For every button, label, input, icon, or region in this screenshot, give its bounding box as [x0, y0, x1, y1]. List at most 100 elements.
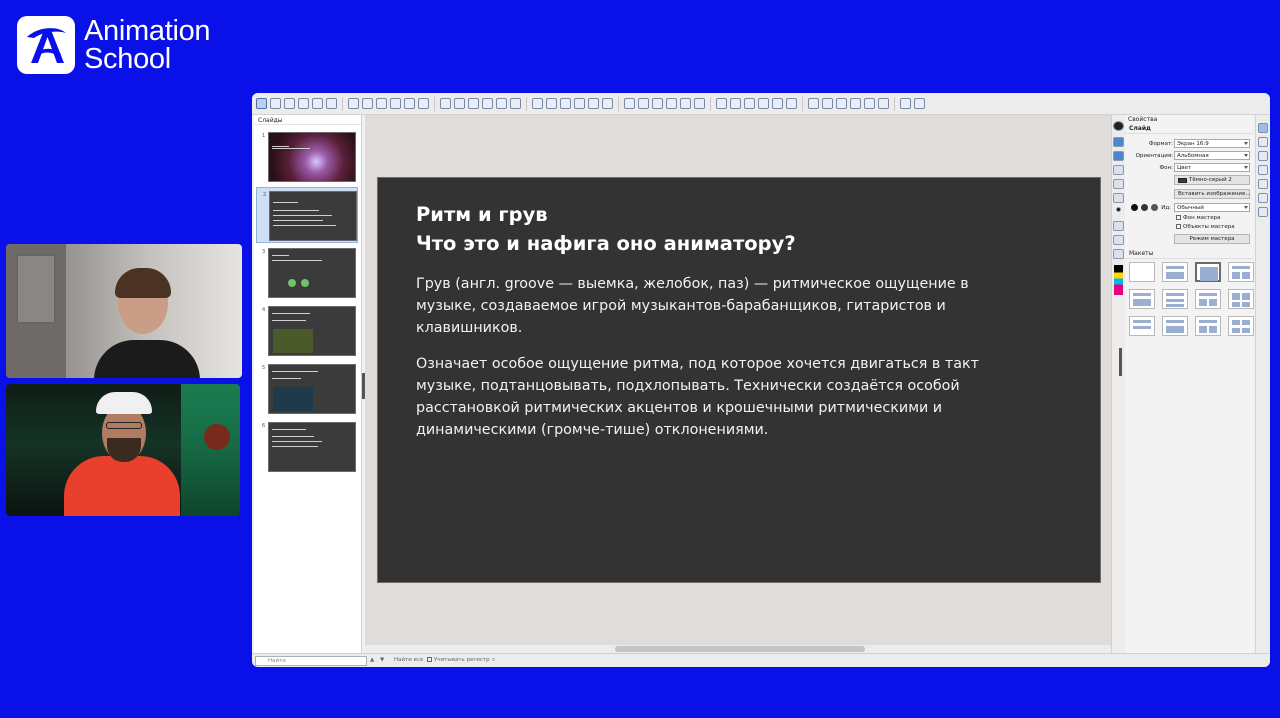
- insert-image-icon[interactable]: [680, 98, 691, 109]
- find-previous-icon[interactable]: ▲: [370, 657, 374, 663]
- slide-paragraph-2[interactable]: Означает особое ощущение ритма, под кото…: [416, 353, 1066, 441]
- transform-icon[interactable]: [808, 98, 819, 109]
- gallery-tab-icon[interactable]: [1258, 179, 1268, 189]
- callouts-icon[interactable]: [482, 98, 493, 109]
- enter-group-icon[interactable]: [878, 98, 889, 109]
- clipboard-icon[interactable]: [1113, 235, 1124, 245]
- current-slide[interactable]: Ритм и грув Что это и нафига оно анимато…: [377, 177, 1101, 583]
- align-icon[interactable]: [546, 98, 557, 109]
- master-slides-tab-icon[interactable]: [1258, 207, 1268, 217]
- slide-layout-option[interactable]: [1129, 289, 1155, 309]
- slide-thumbnail[interactable]: 3: [256, 245, 358, 301]
- slide-layout-option[interactable]: [1162, 262, 1188, 282]
- insert-image-button[interactable]: Вставить изображение...: [1174, 189, 1251, 199]
- show-draw-icon[interactable]: [786, 98, 797, 109]
- layouts-section-header[interactable]: Макеты: [1125, 249, 1253, 259]
- stars-icon[interactable]: [496, 98, 507, 109]
- master-slide-select[interactable]: Обычный: [1174, 203, 1250, 212]
- slide-layout-option[interactable]: [1195, 262, 1221, 282]
- slide-canvas[interactable]: Ритм и грув Что это и нафига оно анимато…: [365, 115, 1120, 653]
- block-arrows-icon[interactable]: [454, 98, 465, 109]
- highlighter-icon[interactable]: [1113, 179, 1124, 189]
- ungroup-icon[interactable]: [864, 98, 875, 109]
- cursor-icon[interactable]: [1113, 137, 1124, 147]
- crop-icon[interactable]: [602, 98, 613, 109]
- slide-layout-option[interactable]: [1129, 316, 1155, 336]
- master-objects-checkbox[interactable]: Объекты мастера: [1176, 224, 1235, 230]
- navigator-icon[interactable]: [1113, 121, 1124, 131]
- slide-layout-option[interactable]: [1162, 289, 1188, 309]
- fontwork-icon[interactable]: [652, 98, 663, 109]
- find-all-button[interactable]: Найти все: [394, 657, 423, 663]
- curve-icon[interactable]: [390, 98, 401, 109]
- rectangle-icon[interactable]: [348, 98, 359, 109]
- arrow-icon[interactable]: [376, 98, 387, 109]
- insert-table-icon[interactable]: [730, 98, 741, 109]
- dot-icon[interactable]: [1116, 207, 1121, 212]
- canvas-horizontal-scrollbar[interactable]: [365, 645, 1120, 653]
- slide-layout-option[interactable]: [1228, 262, 1254, 282]
- distribute-icon[interactable]: [574, 98, 585, 109]
- slide-paragraph-1[interactable]: Грув (англ. groove — выемка, желобок, па…: [416, 273, 1066, 339]
- select-icon[interactable]: [256, 98, 267, 109]
- master-mode-button[interactable]: Режим мастера: [1174, 234, 1250, 244]
- slide-layout-option[interactable]: [1195, 316, 1221, 336]
- ellipse-icon[interactable]: [362, 98, 373, 109]
- insert-media-icon[interactable]: [694, 98, 705, 109]
- eraser-icon[interactable]: [1113, 193, 1124, 203]
- color-palette[interactable]: [1114, 265, 1123, 295]
- exit-group-icon[interactable]: [900, 98, 911, 109]
- navigator-tab-icon[interactable]: [1258, 193, 1268, 203]
- background-color-select[interactable]: Тёмно-серый 2: [1174, 175, 1250, 185]
- filter-icon[interactable]: [624, 98, 635, 109]
- zoom-icon[interactable]: [270, 98, 281, 109]
- symbol-shapes-icon[interactable]: [440, 98, 451, 109]
- slide-thumbnail[interactable]: 5: [256, 361, 358, 417]
- slide-section-header[interactable]: Слайд: [1125, 124, 1253, 134]
- insert-chart-icon[interactable]: [716, 98, 727, 109]
- insert-special-icon[interactable]: [772, 98, 783, 109]
- rotate-icon[interactable]: [532, 98, 543, 109]
- undo-icon[interactable]: [1113, 221, 1124, 231]
- basic-shapes-icon[interactable]: [418, 98, 429, 109]
- 3d-objects-icon[interactable]: [510, 98, 521, 109]
- select-icon[interactable]: [1113, 151, 1124, 161]
- image-icon[interactable]: [1113, 249, 1124, 259]
- slide-title[interactable]: Ритм и грув Что это и нафига оно анимато…: [416, 200, 796, 258]
- format-select[interactable]: Экран 16:9: [1174, 139, 1250, 148]
- shadow-icon[interactable]: [312, 98, 323, 109]
- orientation-select[interactable]: Альбомная: [1174, 151, 1250, 160]
- slide-thumbnail[interactable]: 4: [256, 303, 358, 359]
- flowchart-icon[interactable]: [468, 98, 479, 109]
- slide-layout-option[interactable]: [1129, 262, 1155, 282]
- line-icon[interactable]: [326, 98, 337, 109]
- sidebar-collapse-handle[interactable]: [1119, 348, 1122, 376]
- slide-transition-tab-icon[interactable]: [1258, 137, 1268, 147]
- insert-textbox-icon[interactable]: [744, 98, 755, 109]
- more-icon[interactable]: [914, 98, 925, 109]
- fill-color-icon[interactable]: [298, 98, 309, 109]
- insert-comment-icon[interactable]: [758, 98, 769, 109]
- properties-tab-icon[interactable]: [1258, 123, 1268, 133]
- points-icon[interactable]: [822, 98, 833, 109]
- master-background-checkbox[interactable]: Фон мастера: [1176, 215, 1220, 221]
- find-replace-icon[interactable]: ⌕: [492, 657, 495, 664]
- slide-thumbnail[interactable]: 6: [256, 419, 358, 475]
- slide-layout-option[interactable]: [1162, 316, 1188, 336]
- match-case-checkbox[interactable]: Учитывать регистр: [427, 657, 490, 663]
- find-next-icon[interactable]: ▼: [380, 657, 384, 663]
- arrange-icon[interactable]: [560, 98, 571, 109]
- line-color-icon[interactable]: [284, 98, 295, 109]
- slide-layout-option[interactable]: [1228, 316, 1254, 336]
- group-icon[interactable]: [850, 98, 861, 109]
- styles-tab-icon[interactable]: [1258, 165, 1268, 175]
- shadow-toggle-icon[interactable]: [588, 98, 599, 109]
- slide-layout-option[interactable]: [1195, 289, 1221, 309]
- pen-icon[interactable]: [1113, 165, 1124, 175]
- toggle-extrusion-icon[interactable]: [666, 98, 677, 109]
- animation-tab-icon[interactable]: [1258, 151, 1268, 161]
- glue-points-icon[interactable]: [638, 98, 649, 109]
- horizontal-scroll-thumb[interactable]: [615, 646, 865, 652]
- slide-thumbnail[interactable]: 2: [256, 187, 358, 243]
- flip-icon[interactable]: [836, 98, 847, 109]
